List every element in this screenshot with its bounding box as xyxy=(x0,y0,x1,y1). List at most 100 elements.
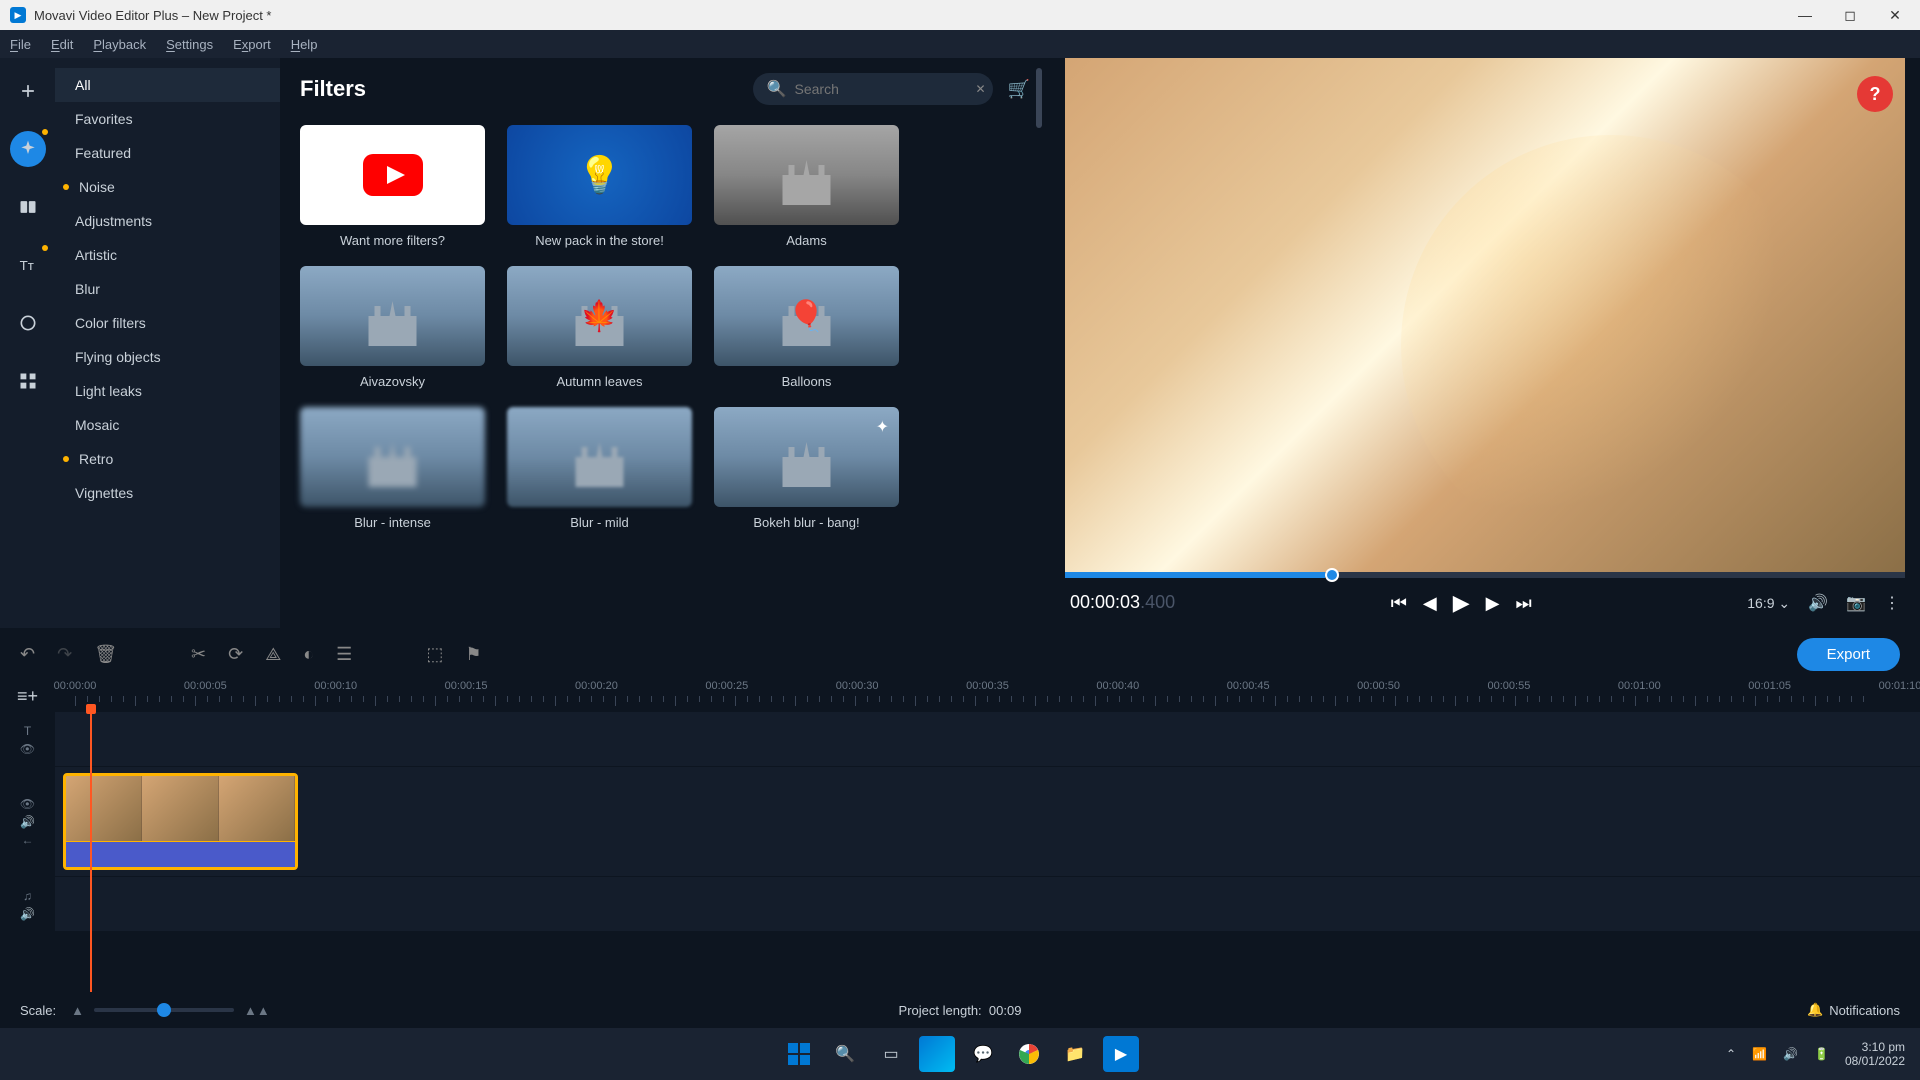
battery-icon[interactable]: 🔋 xyxy=(1814,1047,1829,1061)
menu-file[interactable]: File xyxy=(10,37,31,52)
filter-item-8[interactable]: ✦Bokeh blur - bang! xyxy=(714,407,899,530)
chrome-icon[interactable] xyxy=(1011,1036,1047,1072)
crop-button[interactable]: ⟁ xyxy=(265,644,281,665)
menu-edit[interactable]: Edit xyxy=(51,37,73,52)
category-all[interactable]: All xyxy=(55,68,280,102)
search-input[interactable] xyxy=(795,81,976,97)
video-track-controls[interactable]: 👁🔊← xyxy=(0,767,55,877)
category-retro[interactable]: Retro xyxy=(55,442,280,476)
video-clip[interactable] xyxy=(63,773,298,870)
stickers-tool[interactable] xyxy=(10,305,46,341)
aspect-ratio-button[interactable]: 16:9 ⌄ xyxy=(1747,595,1790,612)
rotate-button[interactable]: ⟳ xyxy=(228,644,243,665)
more-tool[interactable] xyxy=(10,363,46,399)
help-button[interactable]: ? xyxy=(1857,76,1893,112)
clip-properties-button[interactable]: ☰ xyxy=(336,644,352,665)
zoom-in-icon[interactable]: ▲▲ xyxy=(244,1003,270,1018)
zoom-out-icon[interactable]: ▲ xyxy=(71,1003,84,1018)
delete-button[interactable]: 🗑 xyxy=(94,644,117,665)
playhead[interactable] xyxy=(90,712,92,992)
notifications-button[interactable]: 🔔Notifications xyxy=(1807,1002,1900,1018)
category-artistic[interactable]: Artistic xyxy=(55,238,280,272)
maximize-button[interactable]: ◻ xyxy=(1835,0,1865,30)
skip-start-button[interactable]: ⏮ xyxy=(1391,593,1407,614)
skip-end-button[interactable]: ⏭ xyxy=(1516,593,1532,614)
filter-categories: AllFavoritesFeaturedNoiseAdjustmentsArti… xyxy=(55,58,280,628)
preview-menu-button[interactable]: ⋮ xyxy=(1884,593,1900,613)
filter-item-4[interactable]: 🍁Autumn leaves xyxy=(507,266,692,389)
scale-handle[interactable] xyxy=(157,1003,171,1017)
split-button[interactable]: ✂ xyxy=(191,644,206,665)
category-mosaic[interactable]: Mosaic xyxy=(55,408,280,442)
menu-help[interactable]: Help xyxy=(291,37,318,52)
category-featured[interactable]: Featured xyxy=(55,136,280,170)
snapshot-button[interactable]: 📷 xyxy=(1846,593,1866,613)
minimize-button[interactable]: — xyxy=(1790,0,1820,30)
cart-icon[interactable]: 🛒 xyxy=(1008,79,1030,100)
marker-button[interactable]: ⚑ xyxy=(465,644,481,665)
task-view[interactable]: ▭ xyxy=(873,1036,909,1072)
titles-tool[interactable]: Tт xyxy=(10,247,46,283)
prev-frame-button[interactable]: ◀ xyxy=(1423,593,1437,614)
filter-item-5[interactable]: 🎈Balloons xyxy=(714,266,899,389)
audio-track[interactable] xyxy=(55,877,1920,932)
file-explorer-icon[interactable]: 📁 xyxy=(1057,1036,1093,1072)
text-track[interactable] xyxy=(55,712,1920,767)
widgets[interactable] xyxy=(919,1036,955,1072)
export-button[interactable]: Export xyxy=(1797,638,1900,671)
start-button[interactable] xyxy=(781,1036,817,1072)
taskbar-search[interactable]: 🔍 xyxy=(827,1036,863,1072)
filter-item-2[interactable]: Adams xyxy=(714,125,899,248)
wifi-icon[interactable]: 📶 xyxy=(1752,1047,1767,1061)
filter-item-0[interactable]: Want more filters? xyxy=(300,125,485,248)
category-noise[interactable]: Noise xyxy=(55,170,280,204)
filter-item-1[interactable]: 💡New pack in the store! xyxy=(507,125,692,248)
ruler-label: 00:01:00 xyxy=(1618,680,1661,692)
category-label: Flying objects xyxy=(75,349,161,365)
volume-tray-icon[interactable]: 🔊 xyxy=(1783,1047,1798,1061)
chat-icon[interactable]: 💬 xyxy=(965,1036,1001,1072)
category-light-leaks[interactable]: Light leaks xyxy=(55,374,280,408)
window-titlebar: ▶ Movavi Video Editor Plus – New Project… xyxy=(0,0,1920,30)
clip-audio-track[interactable] xyxy=(66,841,295,867)
movavi-taskbar-icon[interactable]: ▶ xyxy=(1103,1036,1139,1072)
audio-track-controls[interactable]: ♫🔊 xyxy=(0,877,55,932)
add-media-tool[interactable] xyxy=(10,73,46,109)
menu-settings[interactable]: Settings xyxy=(166,37,213,52)
next-frame-button[interactable]: ▶ xyxy=(1486,593,1500,614)
redo-button[interactable]: ↷ xyxy=(57,644,72,665)
play-button[interactable]: ▶ xyxy=(1453,590,1470,616)
category-color-filters[interactable]: Color filters xyxy=(55,306,280,340)
add-track-button[interactable]: ≡+ xyxy=(17,686,38,707)
scrollbar[interactable] xyxy=(1036,68,1042,128)
category-flying-objects[interactable]: Flying objects xyxy=(55,340,280,374)
category-vignettes[interactable]: Vignettes xyxy=(55,476,280,510)
preview-video[interactable]: ? xyxy=(1065,58,1905,572)
category-blur[interactable]: Blur xyxy=(55,272,280,306)
category-label: Color filters xyxy=(75,315,146,331)
transitions-tool[interactable] xyxy=(10,189,46,225)
taskbar-clock[interactable]: 3:10 pm 08/01/2022 xyxy=(1845,1040,1905,1069)
tray-overflow[interactable]: ⌃ xyxy=(1726,1047,1736,1061)
scale-slider[interactable] xyxy=(94,1008,234,1012)
text-track-controls[interactable]: T👁 xyxy=(0,712,55,767)
menu-playback[interactable]: Playback xyxy=(93,37,146,52)
filter-item-3[interactable]: Aivazovsky xyxy=(300,266,485,389)
volume-button[interactable]: 🔊 xyxy=(1808,593,1828,613)
filter-item-6[interactable]: Blur - intense xyxy=(300,407,485,530)
timeline-ruler[interactable]: 00:00:0000:00:0500:00:1000:00:1500:00:20… xyxy=(55,680,1920,712)
ruler-label: 00:00:05 xyxy=(184,680,227,692)
color-adjust-button[interactable]: ◐ xyxy=(303,644,314,665)
search-box[interactable]: 🔍 ✕ xyxy=(753,73,993,105)
record-button[interactable]: ⬚ xyxy=(426,644,443,665)
undo-button[interactable]: ↶ xyxy=(20,644,35,665)
video-track[interactable] xyxy=(55,767,1920,877)
filters-tool[interactable] xyxy=(10,131,46,167)
category-favorites[interactable]: Favorites xyxy=(55,102,280,136)
filter-item-7[interactable]: Blur - mild xyxy=(507,407,692,530)
clear-search-icon[interactable]: ✕ xyxy=(976,82,986,96)
close-button[interactable]: ✕ xyxy=(1880,0,1910,30)
category-adjustments[interactable]: Adjustments xyxy=(55,204,280,238)
menu-export[interactable]: Export xyxy=(233,37,271,52)
preview-scrubber[interactable] xyxy=(1065,572,1905,578)
